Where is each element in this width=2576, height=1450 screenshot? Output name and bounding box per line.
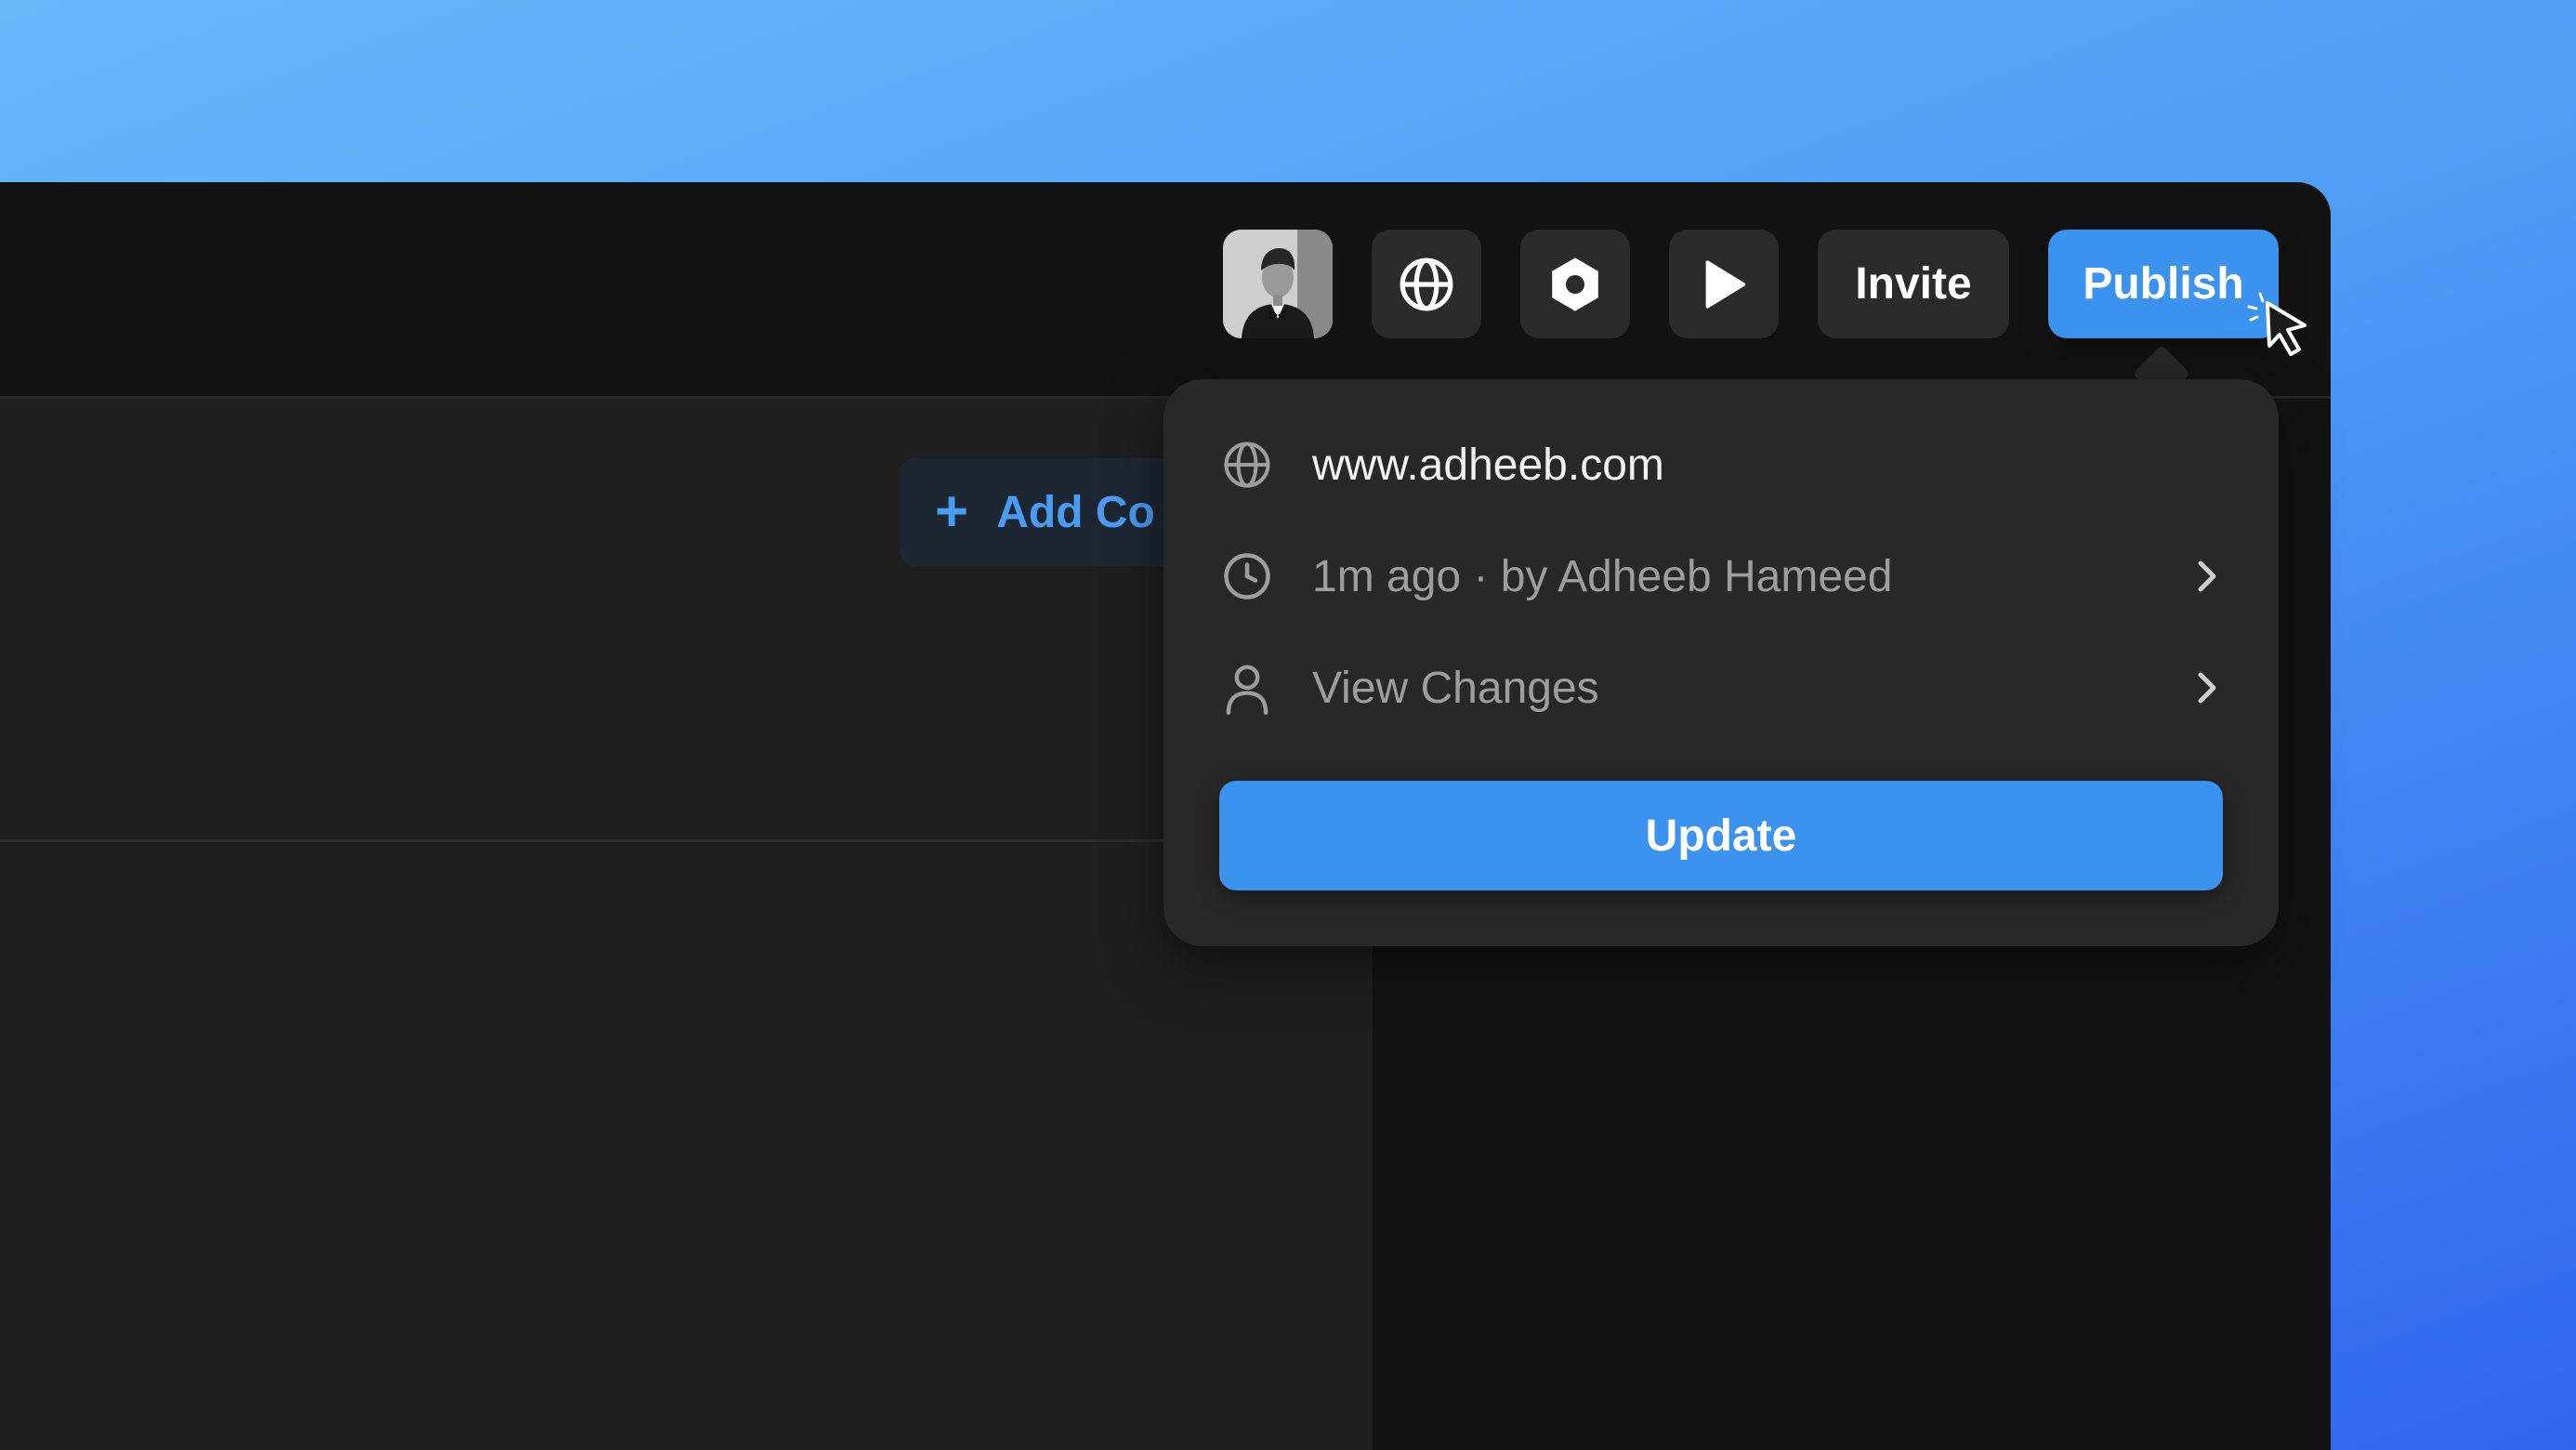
settings-button[interactable]	[1520, 230, 1630, 338]
last-published-text: 1m ago · by Adheeb Hameed	[1312, 551, 1893, 601]
chevron-right-icon	[2188, 666, 2225, 710]
globe-button[interactable]	[1372, 230, 1481, 338]
add-button-label: Add Co	[996, 487, 1155, 537]
clock-icon	[1221, 550, 1273, 602]
invite-button[interactable]: Invite	[1818, 230, 2009, 338]
domain-row[interactable]: www.adheeb.com	[1221, 428, 2225, 502]
globe-icon	[1400, 257, 1453, 310]
user-icon	[1221, 662, 1273, 715]
play-icon	[1705, 259, 1746, 309]
publish-history-row[interactable]: 1m ago · by Adheeb Hameed	[1221, 539, 2225, 613]
hexagon-settings-icon	[1552, 257, 1598, 311]
view-changes-row[interactable]: View Changes	[1221, 651, 2225, 725]
avatar[interactable]	[1223, 230, 1333, 338]
pointer-cursor-icon	[2247, 292, 2307, 356]
preview-button[interactable]	[1669, 230, 1779, 338]
view-changes-label: View Changes	[1312, 663, 1599, 713]
update-button[interactable]: Update	[1219, 781, 2223, 890]
chevron-right-icon	[2188, 554, 2225, 599]
publish-button[interactable]: Publish	[2048, 230, 2279, 338]
publish-popover: www.adheeb.com 1m ago · by Adheeb Hameed…	[1163, 379, 2279, 946]
plus-icon: +	[935, 480, 969, 544]
globe-icon	[1221, 439, 1273, 491]
user-avatar	[1223, 230, 1333, 338]
domain-link[interactable]: www.adheeb.com	[1312, 440, 1664, 491]
